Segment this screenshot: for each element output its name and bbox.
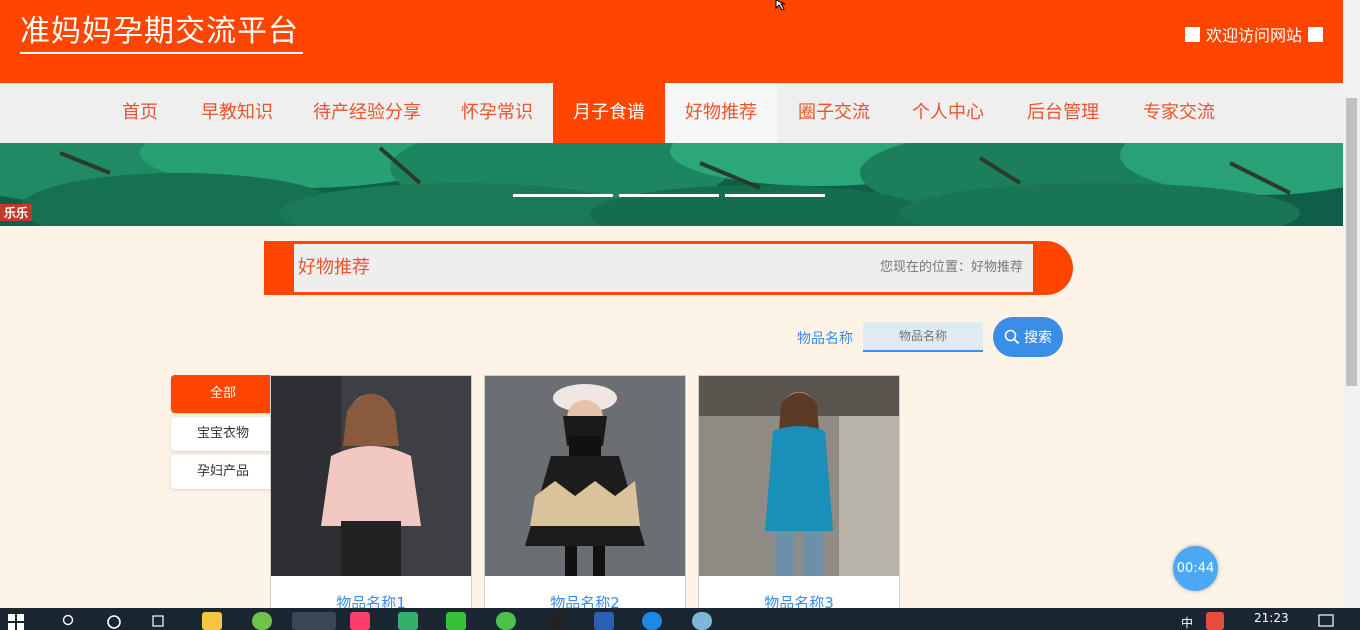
search-input[interactable] bbox=[863, 322, 983, 352]
section-title-inner: 好物推荐 您现在的位置：好物推荐 bbox=[294, 244, 1033, 292]
os-taskbar: 中 21:23 bbox=[0, 608, 1360, 630]
nav-item-pregnancy-knowledge[interactable]: 怀孕常识 bbox=[450, 83, 544, 143]
square-icon bbox=[1308, 26, 1323, 42]
file-explorer-icon[interactable] bbox=[202, 612, 222, 630]
nav-item-early-education[interactable]: 早教知识 bbox=[190, 83, 284, 143]
category-baby-clothes[interactable]: 宝宝衣物 bbox=[171, 417, 275, 451]
nav-item-circle[interactable]: 圈子交流 bbox=[787, 83, 881, 143]
site-header: 准妈妈孕期交流平台 欢迎访问网站 bbox=[0, 0, 1343, 83]
welcome-banner: 欢迎访问网站 bbox=[1184, 22, 1323, 46]
square-icon bbox=[1184, 26, 1200, 42]
app-green-icon[interactable] bbox=[252, 612, 272, 630]
carousel-indicators bbox=[513, 194, 825, 197]
nav-item-recommended-goods[interactable]: 好物推荐 bbox=[665, 83, 777, 143]
notification-icon[interactable] bbox=[1318, 614, 1334, 628]
carousel-dot[interactable] bbox=[725, 194, 825, 197]
ime-indicator[interactable]: 中 bbox=[1181, 614, 1193, 630]
banner-logo: 乐乐 bbox=[0, 204, 33, 221]
word-icon[interactable] bbox=[594, 612, 614, 630]
section-title: 好物推荐 bbox=[298, 257, 370, 278]
task-view-icon[interactable] bbox=[152, 614, 170, 628]
product-card[interactable]: 物品名称2 bbox=[484, 375, 686, 625]
app-pink-icon[interactable] bbox=[350, 612, 370, 630]
search-icon[interactable] bbox=[62, 614, 76, 628]
nav-item-expert[interactable]: 专家交流 bbox=[1132, 83, 1226, 143]
page: 准妈妈孕期交流平台 欢迎访问网站 首页 早教知识 待产经验分享 怀孕常识 月子食… bbox=[0, 0, 1360, 630]
app-k-icon[interactable] bbox=[642, 612, 662, 630]
site-title[interactable]: 准妈妈孕期交流平台 bbox=[20, 12, 303, 54]
product-image bbox=[485, 376, 685, 576]
product-card[interactable]: 物品名称1 bbox=[270, 375, 472, 625]
nav-item-confinement-recipes[interactable]: 月子食谱 bbox=[553, 83, 665, 143]
app-play-icon[interactable] bbox=[398, 612, 418, 630]
page-scrollbar[interactable] bbox=[1343, 0, 1360, 608]
product-card[interactable]: 物品名称3 bbox=[698, 375, 900, 625]
scrollbar-thumb[interactable] bbox=[1346, 98, 1357, 386]
carousel-dot[interactable] bbox=[513, 194, 613, 197]
search-button-label: 搜索 bbox=[1024, 330, 1052, 346]
app-blue-icon[interactable] bbox=[692, 612, 712, 630]
nav-item-admin[interactable]: 后台管理 bbox=[1016, 83, 1110, 143]
taskbar-clock[interactable]: 21:23 bbox=[1254, 611, 1289, 625]
qq-icon[interactable] bbox=[546, 612, 566, 630]
welcome-text: 欢迎访问网站 bbox=[1205, 26, 1302, 45]
carousel-dot[interactable] bbox=[619, 194, 719, 197]
category-maternity[interactable]: 孕妇产品 bbox=[171, 455, 275, 489]
category-all[interactable]: 全部 bbox=[171, 375, 275, 413]
nav-item-birth-experience[interactable]: 待产经验分享 bbox=[302, 83, 432, 143]
windows-start-icon[interactable] bbox=[8, 614, 24, 630]
main-nav: 首页 早教知识 待产经验分享 怀孕常识 月子食谱 好物推荐 圈子交流 个人中心 … bbox=[0, 83, 1343, 143]
section-title-bar: 好物推荐 您现在的位置：好物推荐 bbox=[264, 241, 1073, 295]
hero-banner[interactable]: 乐乐 bbox=[0, 143, 1343, 226]
product-image bbox=[699, 376, 899, 576]
wechat-icon[interactable] bbox=[496, 612, 516, 630]
iqiyi-icon[interactable] bbox=[446, 612, 466, 630]
search-label: 物品名称 bbox=[797, 331, 853, 347]
nav-item-personal-center[interactable]: 个人中心 bbox=[901, 83, 995, 143]
breadcrumb: 您现在的位置：好物推荐 bbox=[879, 260, 1023, 275]
banner-image bbox=[0, 143, 1343, 226]
nav-item-home[interactable]: 首页 bbox=[102, 83, 178, 143]
floating-timer[interactable]: 00:44 bbox=[1173, 546, 1218, 591]
mouse-cursor-icon bbox=[775, 0, 786, 10]
chrome-icon[interactable] bbox=[292, 612, 336, 630]
search-button[interactable]: 搜索 bbox=[993, 317, 1063, 357]
search-icon bbox=[1004, 329, 1020, 345]
product-image bbox=[271, 376, 471, 576]
sogou-icon[interactable] bbox=[1206, 612, 1224, 630]
cortana-icon[interactable] bbox=[106, 614, 122, 630]
